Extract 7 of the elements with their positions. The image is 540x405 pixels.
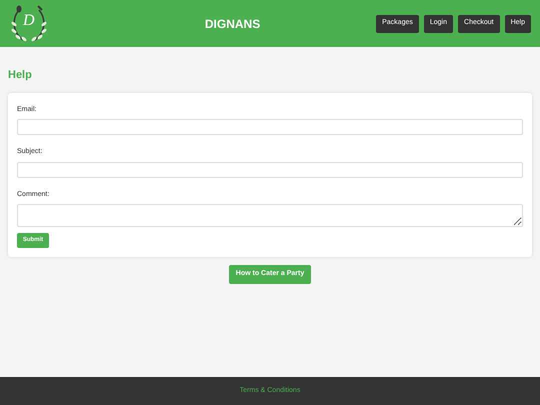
page-heading: Help: [8, 68, 33, 83]
comment-field[interactable]: [17, 204, 523, 227]
site-title: DIGNANS: [204, 16, 260, 32]
input-field[interactable]: [17, 119, 523, 135]
wreath-drawing: [9, 4, 49, 44]
logo-letter: D: [23, 12, 35, 28]
input-field[interactable]: [17, 162, 523, 178]
